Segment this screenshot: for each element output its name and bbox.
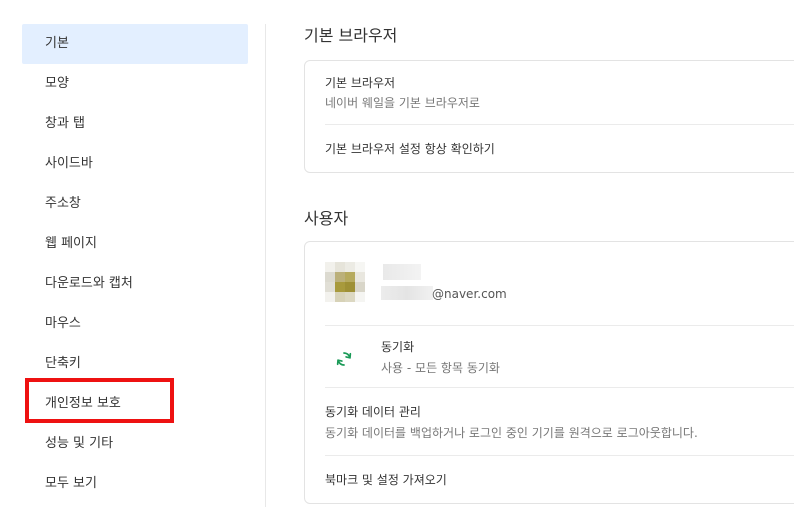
sync-data-management-title[interactable]: 동기화 데이터 관리 (325, 403, 421, 420)
sidebar-item-download-capture[interactable]: 다운로드와 캡처 (22, 264, 248, 304)
sidebar-divider (265, 24, 266, 507)
card-divider (325, 124, 794, 125)
sidebar-item-performance[interactable]: 성능 및 기타 (22, 424, 248, 464)
default-browser-row-subtitle: 네이버 웨일을 기본 브라우저로 (325, 96, 480, 110)
card-divider (325, 455, 794, 456)
user-card: @naver.com 동기화 사용 - 모든 항목 동기화 동기화 데이터 관리… (304, 241, 794, 504)
sidebar-item-web-page[interactable]: 웹 페이지 (22, 224, 248, 264)
sync-status: 사용 - 모든 항목 동기화 (381, 361, 500, 375)
sync-data-management-description: 동기화 데이터를 백업하거나 로그인 중인 기기를 원격으로 로그아웃합니다. (325, 426, 698, 440)
sidebar-item-mouse[interactable]: 마우스 (22, 304, 248, 344)
default-browser-card: 기본 브라우저 네이버 웨일을 기본 브라우저로 기본 브라우저 설정 항상 확… (304, 60, 794, 173)
sidebar-item-shortcuts[interactable]: 단축키 (22, 344, 248, 384)
blurred-email-local-part (381, 286, 433, 300)
card-divider (325, 387, 794, 388)
settings-sidebar: 기본 모양 창과 탭 사이드바 주소창 웹 페이지 다운로드와 캡처 마우스 단… (0, 0, 265, 507)
sidebar-item-appearance[interactable]: 모양 (22, 64, 248, 104)
sync-title[interactable]: 동기화 (381, 338, 414, 355)
sidebar-item-view-all[interactable]: 모두 보기 (22, 464, 248, 504)
default-browser-row-title[interactable]: 기본 브라우저 (325, 74, 395, 91)
sync-icon (336, 352, 352, 366)
sidebar-item-privacy[interactable]: 개인정보 보호 (22, 384, 248, 424)
sidebar-item-windows-tabs[interactable]: 창과 탭 (22, 104, 248, 144)
sidebar-item-address-bar[interactable]: 주소창 (22, 184, 248, 224)
sidebar-item-sidebar[interactable]: 사이드바 (22, 144, 248, 184)
blurred-user-name (383, 264, 421, 280)
avatar (325, 262, 365, 302)
user-section-title: 사용자 (304, 209, 349, 228)
always-check-default-browser-row[interactable]: 기본 브라우저 설정 항상 확인하기 (325, 140, 495, 157)
card-divider (325, 325, 794, 326)
import-bookmarks-settings-row[interactable]: 북마크 및 설정 가져오기 (325, 471, 447, 488)
user-email-domain: @naver.com (432, 287, 507, 301)
sidebar-item-basic[interactable]: 기본 (22, 24, 248, 64)
default-browser-section-title: 기본 브라우저 (304, 26, 398, 45)
